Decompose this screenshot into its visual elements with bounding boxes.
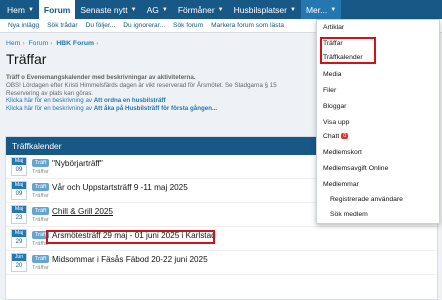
chevron-down-icon: ▼ (217, 6, 224, 13)
link-prefix[interactable]: Klicka här för en beskrivning av (6, 105, 94, 112)
subnav-markera-lasta[interactable]: Markera forum som lästa (207, 22, 288, 29)
description-link-ordna[interactable]: Klicka här för en beskrivning av Att ord… (6, 97, 306, 105)
traff-tag: Träff (32, 255, 50, 263)
mer-dropdown-menu: Artiklar Träffar Träffkalender Media Fil… (316, 19, 440, 224)
date-day: 09 (15, 191, 23, 197)
menu-item-medlemmar[interactable]: Medlemmar (323, 181, 359, 188)
nav-ag[interactable]: AG ▼ (142, 0, 173, 19)
menu-item-sok-medlem[interactable]: Sök medlem (330, 211, 368, 218)
menu-item-medlemsavgift[interactable]: Medlemsavgift Online (323, 165, 388, 172)
nav-mer-label: Mer... (305, 4, 328, 15)
subnav-du-ignorerar[interactable]: Du ignorerar... (119, 22, 169, 29)
menu-item-visa-upp[interactable]: Visa upp (323, 119, 349, 126)
nav-forum-label: Forum (43, 4, 71, 15)
description-heading: Träff o Evenemangskalender med beskrivni… (6, 74, 196, 81)
date-badge: Maj 23 (11, 205, 27, 224)
traff-tag: Träff (32, 207, 50, 215)
nav-formaner-label: Förmåner (177, 4, 215, 15)
date-month: Maj (12, 206, 26, 213)
menu-item-chatt-label: Chatt (323, 133, 340, 140)
event-title[interactable]: Chill & Grill 2025 (52, 207, 113, 216)
chevron-down-icon: ▼ (330, 6, 337, 13)
menu-item-medlemskort[interactable]: Medlemskort (323, 149, 362, 156)
event-info: Träff Chill & Grill 2025 Träffar (32, 207, 113, 223)
highlight-box (320, 37, 376, 64)
nav-forum[interactable]: Forum (38, 0, 76, 19)
description-notice: OBS! Lördagen efter Kristi Himmelsfärds … (6, 81, 277, 89)
date-badge: Maj 09 (11, 181, 27, 200)
description-reservation: Reservering av plats kan göras. (6, 89, 94, 97)
subnav-sok-forum[interactable]: Sök forum (169, 22, 207, 29)
event-title[interactable]: Midsommar i Fäsås Fäbod 20-22 juni 2025 (52, 255, 208, 264)
breadcrumb-separator: › (50, 40, 53, 47)
calendar-event-row[interactable]: Jun 20 Träff Midsommar i Fäsås Fäbod 20-22… (6, 251, 437, 275)
event-category[interactable]: Träffar (32, 217, 113, 223)
chevron-down-icon: ▼ (130, 6, 137, 13)
calendar-event-row[interactable]: Maj 29 Träff Årsmötesträff 29 maj - 01 jun… (6, 227, 437, 251)
nav-husbilsplatser[interactable]: Husbilsplatser ▼ (229, 0, 301, 19)
breadcrumb-separator: › (96, 40, 99, 47)
date-badge: Maj 09 (11, 157, 27, 176)
nav-home[interactable]: Hem ▼ (2, 0, 39, 19)
traff-tag: Träff (32, 183, 50, 191)
event-category[interactable]: Träffar (32, 169, 103, 175)
nav-mer[interactable]: Mer... ▼ (300, 0, 342, 19)
link-ordna-husbilstraff[interactable]: Att ordna en husbilsträff (94, 97, 166, 104)
chevron-down-icon: ▼ (290, 6, 296, 13)
menu-item-media[interactable]: Media (323, 71, 342, 78)
menu-item-artiklar[interactable]: Artiklar (323, 24, 344, 31)
nav-husbilsplatser-label: Husbilsplatser (233, 4, 287, 15)
nav-ag-label: AG (146, 4, 159, 15)
nav-senaste-nytt[interactable]: Senaste nytt ▼ (75, 0, 141, 19)
link-prefix[interactable]: Klicka här för en beskrivning av (6, 97, 94, 104)
nav-formaner[interactable]: Förmåner ▼ (173, 0, 229, 19)
subnav-sok-tradar[interactable]: Sök trådar (43, 22, 81, 29)
traff-tag: Träff (32, 159, 50, 167)
event-category[interactable]: Träffar (32, 265, 208, 271)
event-info: Träff Midsommar i Fäsås Fäbod 20-22 juni … (32, 255, 208, 271)
chevron-down-icon: ▼ (27, 6, 34, 13)
menu-item-chatt[interactable]: Chatt 0 (323, 133, 349, 140)
date-month: Maj (12, 182, 26, 189)
chatt-count-badge: 0 (341, 133, 349, 139)
breadcrumb-hbk-forum[interactable]: HBK Forum (56, 40, 94, 47)
description-link-forsta[interactable]: Klicka här för en beskrivning av Att åka… (6, 105, 306, 113)
chevron-down-icon: ▼ (161, 6, 168, 13)
date-badge: Maj 29 (11, 229, 27, 248)
date-month: Maj (12, 158, 26, 165)
breadcrumb-separator: › (22, 40, 25, 47)
event-title[interactable]: Vår och Uppstartsträff 9 -11 maj 2025 (52, 183, 188, 192)
link-forsta-gangen[interactable]: Att åka på Husbilsträff för första gånge… (94, 105, 217, 112)
forum-description: Träff o Evenemangskalender med beskrivni… (6, 74, 306, 113)
menu-item-bloggar[interactable]: Bloggar (323, 103, 346, 110)
breadcrumb-forum[interactable]: Forum (29, 40, 49, 47)
subnav-du-foljer[interactable]: Du följer... (82, 22, 120, 29)
event-title[interactable]: "Nybörjarträff" (52, 159, 103, 168)
event-info: Träff "Nybörjarträff" Träffar (32, 159, 103, 175)
breadcrumb-home[interactable]: Hem (6, 40, 20, 47)
page-title: Träffar (6, 51, 47, 67)
menu-item-registrerade[interactable]: Registrerade användare (330, 196, 403, 203)
date-badge: Jun 20 (11, 253, 27, 272)
date-day: 20 (15, 263, 23, 269)
highlight-box (46, 230, 215, 244)
date-day: 23 (15, 215, 23, 221)
date-month: Maj (12, 230, 26, 237)
subnav-nya-inlagg[interactable]: Nya inlägg (4, 22, 43, 29)
date-month: Jun (12, 254, 26, 261)
top-navigation: Hem ▼ Forum Senaste nytt ▼ AG ▼ Förmåner ▼ H… (0, 0, 442, 19)
event-category[interactable]: Träffar (32, 193, 188, 199)
nav-home-label: Hem (7, 4, 25, 15)
date-day: 29 (15, 239, 23, 245)
event-info: Träff Vår och Uppstartsträff 9 -11 maj 20… (32, 183, 188, 199)
date-day: 09 (15, 167, 23, 173)
menu-item-filer[interactable]: Filer (323, 87, 336, 94)
breadcrumb: Hem › Forum › HBK Forum › (6, 40, 100, 47)
nav-senaste-nytt-label: Senaste nytt (80, 4, 128, 15)
